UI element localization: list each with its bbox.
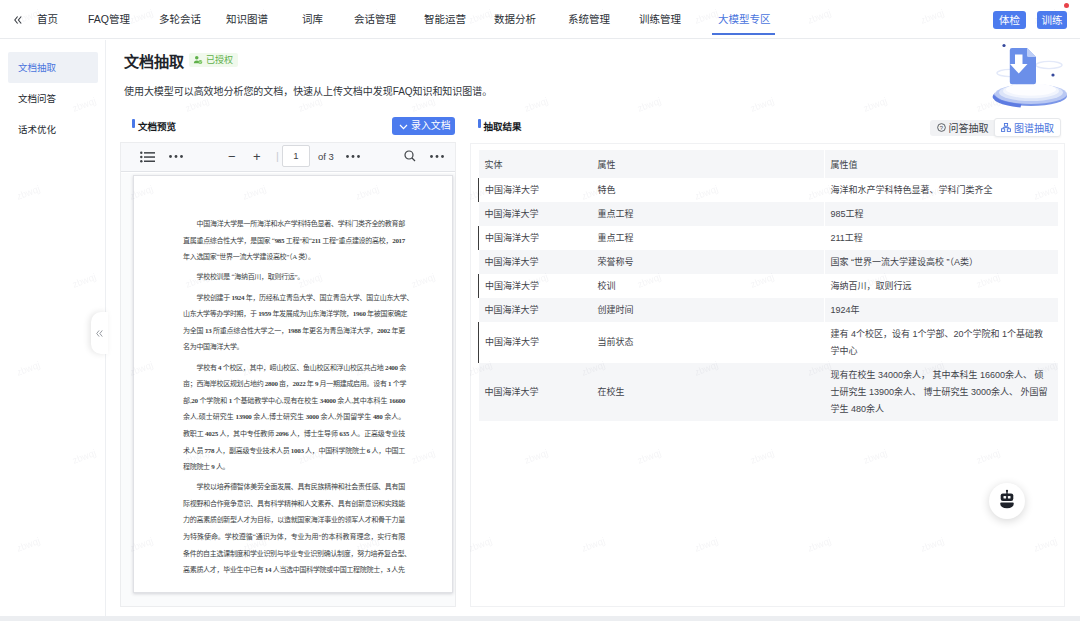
svg-text:?: ? [939,125,943,131]
